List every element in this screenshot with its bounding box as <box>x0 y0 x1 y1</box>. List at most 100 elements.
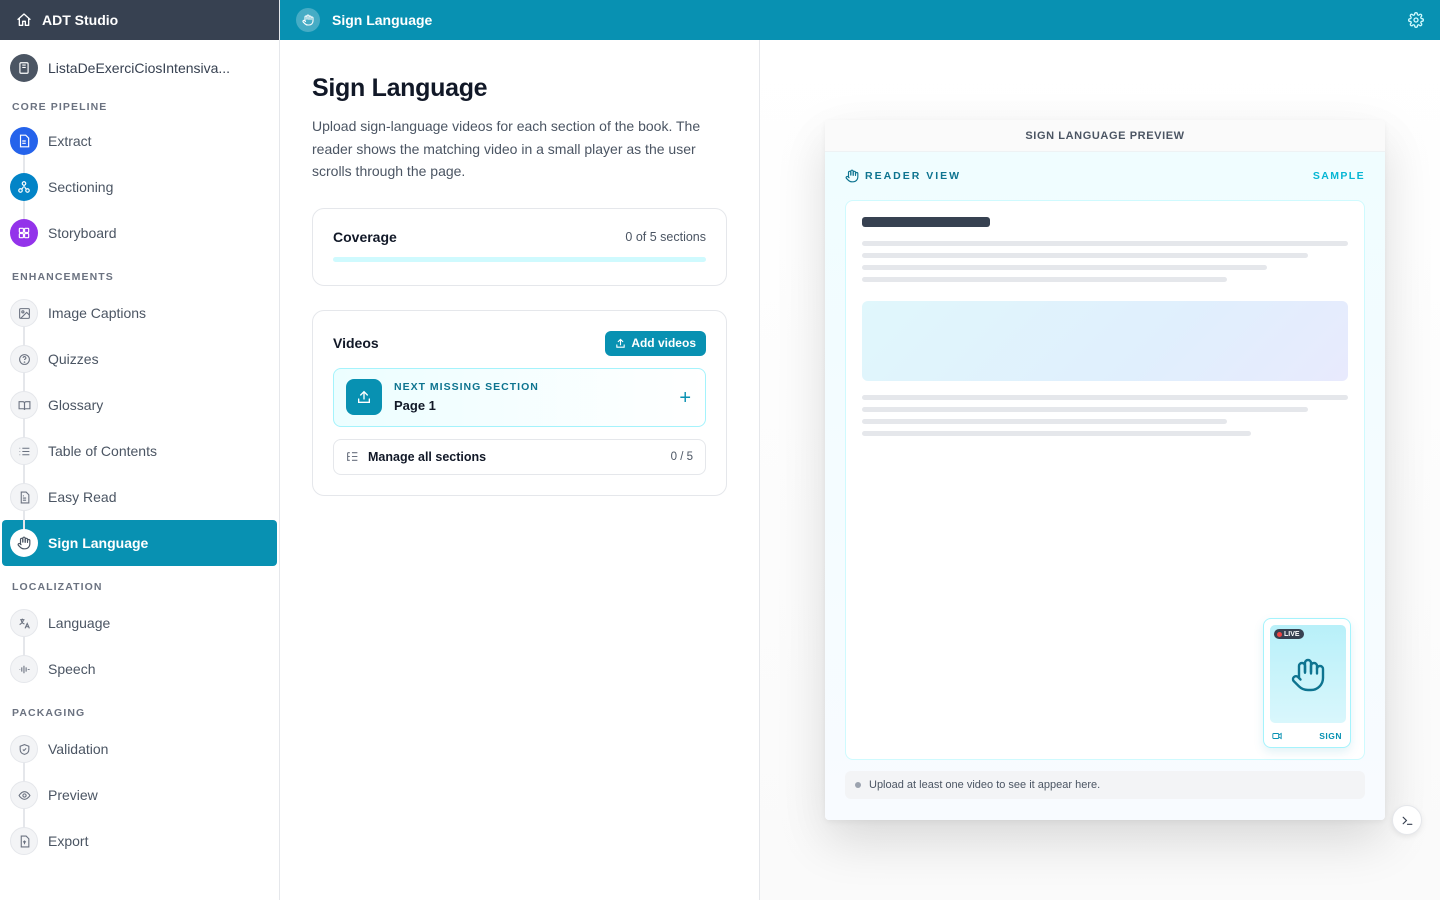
reader-view-label: READER VIEW <box>865 170 962 182</box>
sidebar-item-label: Extract <box>48 133 92 149</box>
upload-icon <box>616 338 626 348</box>
sidebar-item-label: Table of Contents <box>48 443 157 459</box>
question-icon <box>10 345 38 373</box>
group-label-localization: LOCALIZATION <box>12 581 103 593</box>
sidebar-item-label: Preview <box>48 787 98 803</box>
main-content: Sign Language Upload sign-language video… <box>280 40 760 900</box>
sidebar-item-speech[interactable]: Speech <box>2 646 277 692</box>
upload-hint: Upload at least one video to see it appe… <box>845 771 1365 799</box>
translate-icon <box>10 609 38 637</box>
sidebar-item-easy-read[interactable]: Easy Read <box>2 474 277 520</box>
sidebar-item-glossary[interactable]: Glossary <box>2 382 277 428</box>
group-label-core-pipeline: CORE PIPELINE <box>12 101 108 113</box>
shield-icon <box>10 735 38 763</box>
sidebar-item-language[interactable]: Language <box>2 600 277 646</box>
skeleton-line <box>862 277 1227 282</box>
add-videos-label: Add videos <box>631 336 696 350</box>
hand-icon <box>296 8 320 32</box>
list-icon <box>10 437 38 465</box>
sidebar-item-label: Sectioning <box>48 179 114 195</box>
manage-all-sections-count: 0 / 5 <box>670 450 693 463</box>
page-description: Upload sign-language videos for each sec… <box>312 118 701 179</box>
skeleton-line <box>862 253 1308 258</box>
upload-hint-text: Upload at least one video to see it appe… <box>869 779 1101 791</box>
terminal-toggle-button[interactable] <box>1392 805 1422 835</box>
sidebar-item-image-captions[interactable]: Image Captions <box>2 290 277 336</box>
manage-all-sections-label: Manage all sections <box>368 449 487 464</box>
coverage-summary: 0 of 5 sections <box>625 229 706 244</box>
sign-video-player[interactable]: LIVE SIGN <box>1263 618 1351 748</box>
export-file-icon <box>10 827 38 855</box>
image-icon <box>10 299 38 327</box>
app-title: ADT Studio <box>42 12 119 28</box>
grid-icon <box>10 219 38 247</box>
terminal-icon <box>1402 816 1412 825</box>
hand-icon <box>1291 658 1325 692</box>
sidebar-item-label: Storyboard <box>48 225 117 241</box>
home-icon <box>17 13 31 26</box>
book-open-icon <box>10 391 38 419</box>
sidebar-item-preview[interactable]: Preview <box>2 772 277 818</box>
eye-icon <box>10 781 38 809</box>
hand-icon <box>10 529 38 557</box>
sidebar-item-extract[interactable]: Extract <box>2 118 277 164</box>
skeleton-line <box>862 395 1348 400</box>
reader-mock: LIVE SIGN <box>845 200 1365 760</box>
live-dot <box>1277 631 1282 637</box>
coverage-progress-bar <box>333 256 706 262</box>
sidebar-item-label: Quizzes <box>48 351 99 367</box>
skeleton-title <box>862 217 990 227</box>
skeleton-line <box>862 431 1251 436</box>
list-tree-icon <box>347 452 358 461</box>
sidebar-item-label: Speech <box>48 661 96 677</box>
file-text-icon <box>10 483 38 511</box>
sidebar-item-label: Language <box>48 615 111 631</box>
sample-badge: SAMPLE <box>1312 170 1365 182</box>
coverage-card: Coverage 0 of 5 sections <box>312 207 727 286</box>
preview-header: SIGN LANGUAGE PREVIEW <box>825 120 1385 152</box>
gear-icon[interactable] <box>1408 12 1424 28</box>
video-camera-icon <box>1272 732 1282 740</box>
next-missing-page: Page 1 <box>394 398 436 413</box>
sidebar-item-label: Glossary <box>48 397 104 413</box>
skeleton-line <box>862 265 1267 270</box>
sidebar-item-export[interactable]: Export <box>2 818 277 864</box>
top-bar-title: Sign Language <box>332 12 433 28</box>
preview-panel: SIGN LANGUAGE PREVIEW READER VIEW SAMPLE <box>760 40 1440 900</box>
videos-card: Videos Add videos NEXT MISSING SECTION P… <box>312 309 727 496</box>
top-bar: Sign Language <box>280 0 1440 40</box>
skeleton-line <box>862 407 1308 412</box>
sidebar-item-sectioning[interactable]: Sectioning <box>2 164 277 210</box>
coverage-title: Coverage <box>333 228 397 245</box>
sidebar: ADT Studio ListaDeExerciCiosIntensiva...… <box>0 0 280 900</box>
book-selector[interactable]: ListaDeExerciCiosIntensiva... <box>0 40 279 96</box>
plus-icon[interactable]: + <box>679 388 691 408</box>
upload-icon <box>346 379 382 415</box>
skeleton-line <box>862 419 1227 424</box>
group-label-enhancements: ENHANCEMENTS <box>12 271 114 283</box>
sidebar-item-storyboard[interactable]: Storyboard <box>2 210 277 256</box>
audio-wave-icon <box>10 655 38 683</box>
sections-icon <box>10 173 38 201</box>
sidebar-item-quizzes[interactable]: Quizzes <box>2 336 277 382</box>
group-label-packaging: PACKAGING <box>12 707 86 719</box>
sidebar-item-label: Image Captions <box>48 305 147 321</box>
add-videos-button[interactable]: Add videos <box>605 330 706 356</box>
sidebar-item-label: Validation <box>48 741 109 757</box>
live-badge: LIVE <box>1274 629 1304 639</box>
manage-all-sections[interactable]: Manage all sections 0 / 5 <box>333 438 706 475</box>
sidebar-item-label: Sign Language <box>48 535 149 551</box>
sidebar-item-validation[interactable]: Validation <box>2 726 277 772</box>
sidebar-item-label: Export <box>48 833 89 849</box>
sign-video-frame: LIVE <box>1270 625 1346 723</box>
sidebar-item-sign-language[interactable]: Sign Language <box>2 520 277 566</box>
next-missing-section[interactable]: NEXT MISSING SECTION Page 1 + <box>333 367 706 427</box>
live-label: LIVE <box>1284 630 1300 638</box>
hand-icon <box>845 169 859 183</box>
sidebar-item-table-of-contents[interactable]: Table of Contents <box>2 428 277 474</box>
book-name: ListaDeExerciCiosIntensiva... <box>48 60 231 76</box>
sign-label: SIGN <box>1319 731 1342 741</box>
sidebar-header[interactable]: ADT Studio <box>0 0 279 40</box>
next-missing-kicker: NEXT MISSING SECTION <box>394 381 539 393</box>
image-placeholder <box>862 301 1348 381</box>
